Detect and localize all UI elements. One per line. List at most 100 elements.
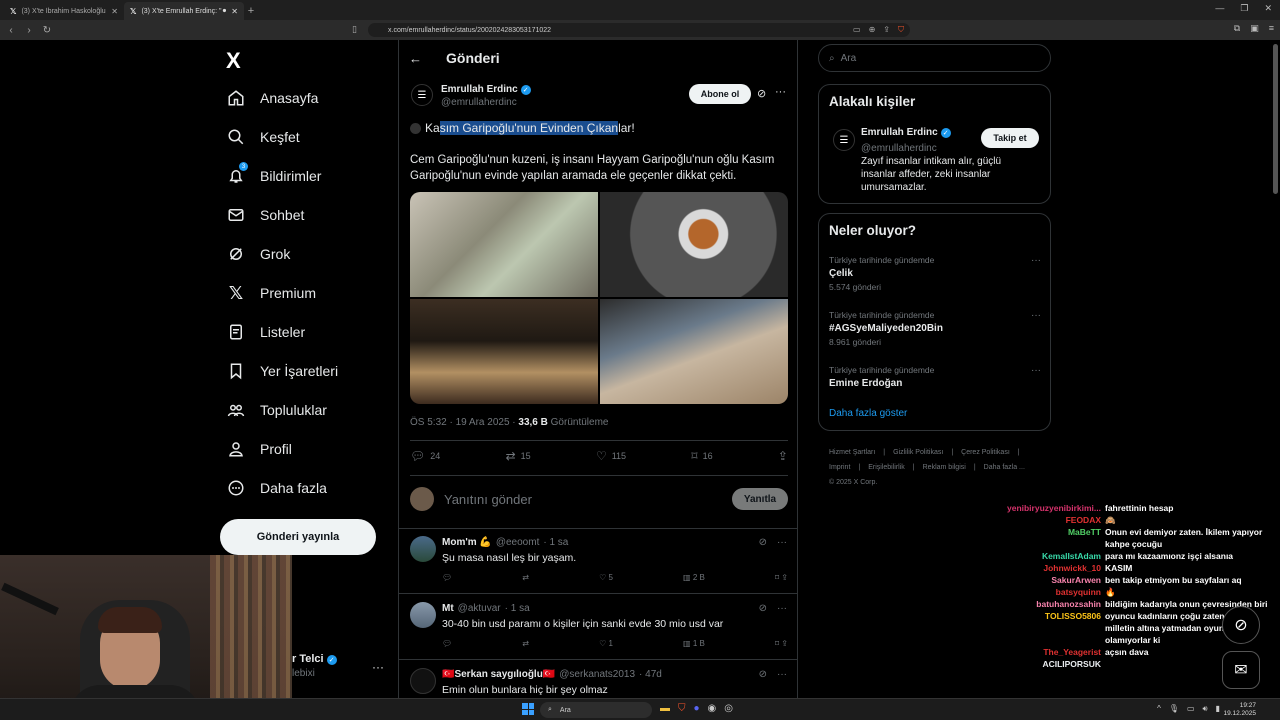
reply-item[interactable]: Mom'm 💪 @eeoomt · 1 sa ⊘ ··· Şu masa nasıl … [399,528,797,594]
footer-link-privacy[interactable]: Gizlilik Politikası [893,449,943,456]
file-explorer-icon[interactable]: ▬ [660,703,670,714]
post-author[interactable]: ☰ Emrullah Erdinc ✓ @emrullaherdinc [411,84,531,108]
new-tab-button[interactable]: + [244,2,258,20]
more-icon[interactable]: ··· [775,86,786,98]
minimize-icon[interactable]: — [1215,3,1224,14]
reply-name[interactable]: 🇹🇷Serkan saygılıoğlu🇹🇷 [442,669,555,680]
nav-item-grok[interactable]: Grok [226,244,290,264]
url-bar[interactable]: x.com/emrullaherdinc/status/200202428305… [368,23,910,37]
related-user-name[interactable]: Emrullah Erdinc ✓ [861,127,951,138]
grok-icon[interactable]: ⊘ [759,537,767,548]
forward-icon[interactable]: › [22,25,36,36]
grok-icon[interactable]: ⊘ [759,669,767,680]
footer-link-more[interactable]: Daha fazla ... [984,464,1025,471]
avatar[interactable] [410,668,436,694]
mic-icon[interactable]: 🎙︎ [1169,704,1179,714]
footer-link-accessibility[interactable]: Erişilebilirlik [868,464,905,471]
footer-link-terms[interactable]: Hizmet Şartları [829,449,875,456]
nav-item-chat[interactable]: Sohbet [226,205,304,225]
post-button[interactable]: Gönderi yayınla [220,519,376,555]
menu-icon[interactable]: ≡ [1269,23,1274,34]
back-arrow-icon[interactable]: ← [409,51,422,66]
account-more-icon[interactable]: ··· [372,660,384,674]
trend-item[interactable]: Türkiye tarihinde gündemde #AGSyeMaliyed… [829,310,1041,347]
extensions-icon[interactable]: ⧉ [1234,23,1240,34]
reply-icon[interactable]: 💬︎ [442,573,452,582]
share-icon[interactable]: ⇪ [883,25,890,35]
reply-submit-button[interactable]: Yanıtla [732,488,788,510]
avatar[interactable]: ☰ [833,129,855,151]
repost-button[interactable]: ⇄ 15 [506,449,531,463]
avatar[interactable]: ☰ [411,84,433,106]
avatar[interactable] [410,602,436,628]
reply-name[interactable]: Mt [442,603,454,614]
taskbar-search[interactable]: ⌕ Ara [540,702,652,718]
nav-item-notifications[interactable]: 3 Bildirimler [226,162,321,186]
reload-icon[interactable]: ↻ [40,25,54,36]
like-button[interactable]: ♡ 115 [596,449,626,463]
media-image-money[interactable] [410,192,598,297]
nav-item-explore[interactable]: Keşfet [226,127,300,147]
grok-icon[interactable]: ⊘ [757,87,766,100]
brave-shield-icon[interactable]: ⛉ [898,25,904,35]
browser-tab-1[interactable]: 𝕏 (3) X'te İbrahim Haskoloğlu: "🔴 #SO...… [4,2,124,20]
bookmark-button[interactable]: ⌑ 16 [691,449,712,463]
reply-input[interactable]: Yanıtını gönder [444,492,732,507]
x-logo-icon[interactable]: X [226,48,241,74]
media-image-items[interactable] [600,299,788,404]
repost-icon[interactable]: ⇄ [522,573,529,582]
subscribe-button[interactable]: Abone ol [689,84,751,104]
more-icon[interactable]: ··· [777,669,787,680]
battery-icon[interactable]: ▮ [1216,704,1220,714]
views-button[interactable]: ▥ 1 B [683,639,705,648]
browser-tab-2[interactable]: 𝕏 (3) X'te Emrullah Erdinç: "⚫ Kas... ✕ [124,2,244,20]
footer-link-imprint[interactable]: Imprint [829,464,850,471]
back-icon[interactable]: ‹ [4,25,18,36]
more-icon[interactable]: ··· [1031,310,1041,321]
obs-icon[interactable]: ◎ [724,703,733,714]
like-button[interactable]: ♡ 1 [599,639,613,648]
volume-icon[interactable]: 🔊︎ [1203,704,1208,714]
nav-item-lists[interactable]: Listeler [226,322,305,342]
nav-item-communities[interactable]: Topluluklar [226,400,327,420]
media-image-bottle[interactable] [600,192,788,297]
nav-item-profile[interactable]: Profil [226,439,292,459]
reply-name[interactable]: Mom'm 💪 [442,537,492,548]
avatar[interactable] [410,487,434,511]
restore-icon[interactable]: ❐ [1240,3,1248,14]
more-icon[interactable]: ··· [777,537,787,548]
like-button[interactable]: ♡ 5 [599,573,613,582]
network-icon[interactable]: ▭ [1187,704,1195,714]
more-icon[interactable]: ··· [777,603,787,614]
steam-icon[interactable]: ◉ [708,703,717,714]
scrollbar[interactable] [1273,44,1278,194]
footer-link-ads[interactable]: Reklam bilgisi [923,464,966,471]
close-icon[interactable]: ✕ [231,7,238,16]
chevron-up-icon[interactable]: ^ [1157,704,1161,714]
nav-item-home[interactable]: Anasayfa [226,88,318,108]
grok-float-button[interactable]: ⊘ [1222,606,1260,644]
grok-icon[interactable]: ⊘ [759,603,767,614]
wallet-icon[interactable]: ▣ [1250,23,1259,34]
nav-item-premium[interactable]: 𝕏 Premium [226,283,316,303]
windows-start-icon[interactable] [522,703,534,715]
views-button[interactable]: ▥ 2 B [683,573,705,582]
author-name[interactable]: Emrullah Erdinc ✓ [441,84,531,95]
taskbar-clock[interactable]: 19:27 19.12.2025 [1223,702,1256,718]
share-button[interactable]: ⇪ [778,449,788,463]
screen-icon[interactable]: ▭ [853,25,861,35]
more-icon[interactable]: ··· [1031,255,1041,266]
brave-icon[interactable]: ⛉ [678,703,686,714]
more-icon[interactable]: ··· [1031,365,1041,376]
repost-icon[interactable]: ⇄ [522,639,529,648]
footer-link-cookies[interactable]: Çerez Politikası [961,449,1010,456]
close-window-icon[interactable]: ✕ [1264,3,1272,14]
reply-item[interactable]: Mt @aktuvar · 1 sa ⊘ ··· 30-40 bin usd para… [399,594,797,660]
trend-item[interactable]: Türkiye tarihinde gündemde Çelik 5.574 g… [829,255,1041,292]
search-input[interactable]: ⌕ Ara [818,44,1051,72]
follow-button[interactable]: Takip et [981,128,1039,148]
reply-button[interactable]: 💬︎ 24 [410,449,440,463]
media-image-table[interactable] [410,299,598,404]
discord-icon[interactable]: ● [694,703,700,714]
show-more-link[interactable]: Daha fazla göster [829,408,907,419]
